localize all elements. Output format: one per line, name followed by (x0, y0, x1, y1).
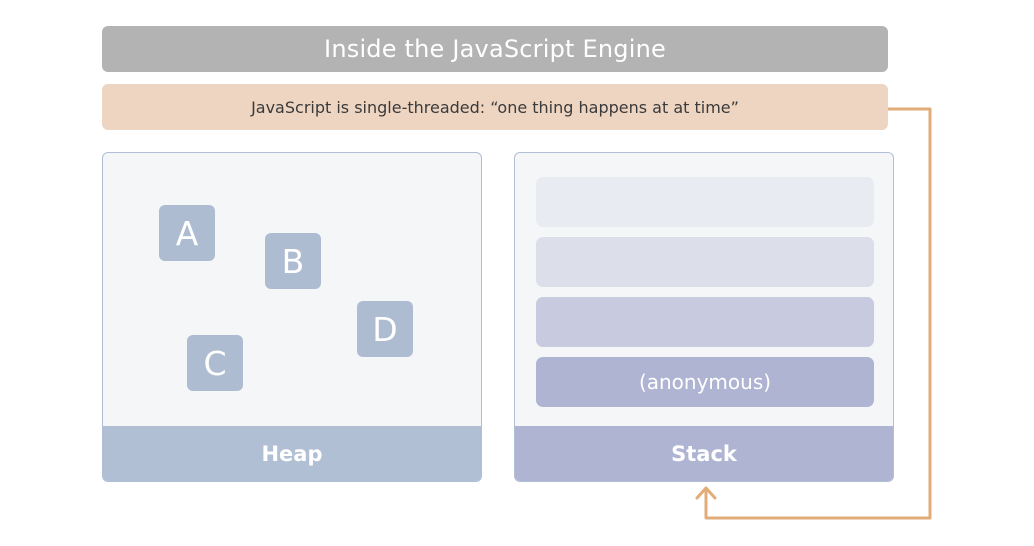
stack-panel: (anonymous) Stack (514, 152, 894, 482)
loop-arrow-head (695, 486, 717, 500)
stack-frame-3 (536, 297, 874, 347)
heap-panel: A B C D Heap (102, 152, 482, 482)
heap-item-b: B (265, 233, 321, 289)
heap-item-a: A (159, 205, 215, 261)
stack-frame-anonymous: (anonymous) (536, 357, 874, 407)
stack-label: Stack (515, 426, 893, 481)
stack-frame-1 (536, 177, 874, 227)
heap-item-d: D (357, 301, 413, 357)
stack-frame-2 (536, 237, 874, 287)
diagram-title: Inside the JavaScript Engine (102, 26, 888, 72)
heap-item-c: C (187, 335, 243, 391)
diagram-subtitle: JavaScript is single-threaded: “one thin… (102, 84, 888, 130)
heap-label: Heap (103, 426, 481, 481)
